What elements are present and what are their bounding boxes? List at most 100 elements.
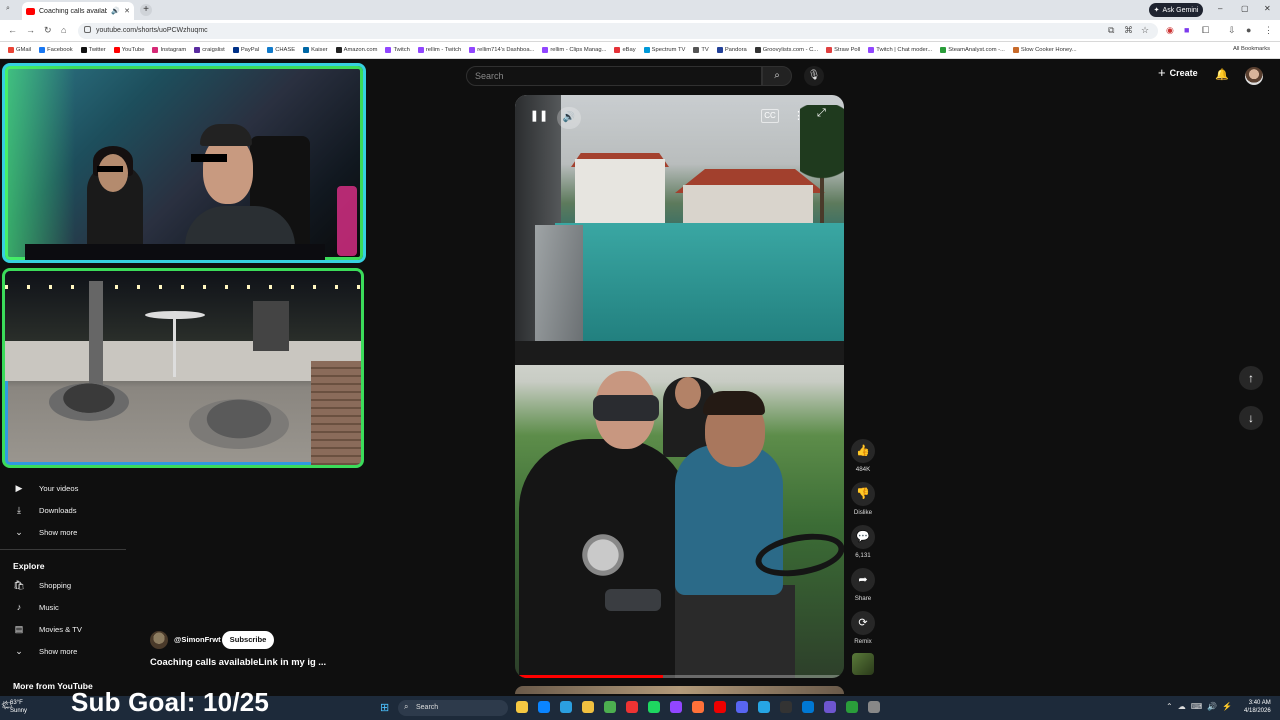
share-button[interactable]: ➦ Share <box>848 568 878 602</box>
bookmark-item[interactable]: Twitch <box>385 47 410 53</box>
bookmark-item[interactable]: craigslist <box>194 47 225 53</box>
taskbar-app-icon[interactable] <box>670 701 682 713</box>
system-tray[interactable]: ⌃☁⌨🔊⚡ <box>1166 702 1237 711</box>
all-bookmarks-button[interactable]: All Bookmarks <box>1233 46 1270 52</box>
maximize-button[interactable]: ▢ <box>1241 4 1249 13</box>
dislike-button[interactable]: 👎 Dislike <box>848 482 878 516</box>
bookmark-item[interactable]: Groovylists.com - C... <box>754 47 818 53</box>
forward-arrow-icon[interactable]: → <box>26 25 35 35</box>
notifications-bell-icon[interactable]: 🔔 <box>1215 68 1229 81</box>
bookmark-item[interactable]: Straw Poll <box>826 47 860 53</box>
short-video-player[interactable]: ❚❚ 🔊 CC ⋮ ⤢ <box>515 95 844 678</box>
previous-short-button[interactable]: ↑ <box>1239 366 1263 390</box>
channel-avatar[interactable] <box>150 631 168 649</box>
taskbar-app-icon[interactable] <box>780 701 792 713</box>
extensions-puzzle-icon[interactable]: ⧠ <box>1202 25 1209 36</box>
bookmark-item[interactable]: rellim714's Dashboa... <box>469 47 534 53</box>
taskbar-app-icon[interactable] <box>824 701 836 713</box>
video-progress-bar[interactable] <box>515 675 844 678</box>
account-avatar[interactable] <box>1245 67 1263 85</box>
taskbar-search[interactable]: Search <box>398 700 508 716</box>
bookmark-item[interactable]: GMail <box>8 47 31 53</box>
bookmark-item[interactable]: Twitch | Chat moder... <box>868 47 932 53</box>
site-info-icon[interactable] <box>84 26 91 33</box>
url-input[interactable]: youtube.com/shorts/uoPCWzhuqmc <box>78 23 1158 39</box>
bookmark-item[interactable]: Spectrum TV <box>643 47 685 53</box>
taskbar-app-icon[interactable] <box>714 701 726 713</box>
bookmark-item[interactable]: rellim - Twitch <box>417 47 461 53</box>
install-app-icon[interactable]: ⧉ <box>1108 25 1114 36</box>
next-short-button[interactable]: ↓ <box>1239 406 1263 430</box>
bookmark-item[interactable]: eBay <box>614 47 636 53</box>
taskbar-app-icon[interactable] <box>868 701 880 713</box>
bookmark-item[interactable]: TV <box>693 47 709 53</box>
minimize-button[interactable]: – <box>1218 4 1222 13</box>
bookmark-item[interactable]: Amazon.com <box>335 47 377 53</box>
taskbar-app-icon[interactable] <box>648 701 660 713</box>
pause-icon[interactable]: ❚❚ <box>529 109 549 127</box>
taskbar-app-icon[interactable] <box>692 701 704 713</box>
taskbar-app-icon[interactable] <box>582 701 594 713</box>
short-title[interactable]: Coaching calls availableLink in my ig ..… <box>150 656 326 667</box>
sidebar-item-your-videos[interactable]: ▶ Your videos <box>13 483 79 494</box>
bookmark-item[interactable]: SteamAnalyst.com -... <box>940 47 1005 53</box>
tab-audio-icon[interactable]: 🔊 <box>111 7 120 15</box>
translate-icon[interactable]: ⌘ <box>1124 25 1133 36</box>
create-button[interactable]: + Create <box>1158 66 1198 79</box>
ask-gemini-button[interactable]: ✦ Ask Gemini <box>1149 3 1203 17</box>
taskbar-clock[interactable]: 3:40 AM 4/18/2026 <box>1244 699 1271 715</box>
close-window-button[interactable]: ✕ <box>1264 4 1271 13</box>
browser-menu-icon[interactable]: ⋮ <box>1264 25 1273 36</box>
sidebar-show-more[interactable]: ⌄ Show more <box>13 646 77 657</box>
bookmark-item[interactable]: CHASE <box>267 47 295 53</box>
bookmark-item[interactable]: Facebook <box>39 47 73 53</box>
extension-b-icon[interactable]: ■ <box>1184 25 1189 35</box>
taskbar-app-icon[interactable] <box>560 701 572 713</box>
taskbar-app-icon[interactable] <box>758 701 770 713</box>
voice-search-button[interactable]: 🎙 <box>804 66 824 86</box>
bookmark-item[interactable]: Kaiser <box>303 47 328 53</box>
bookmark-item[interactable]: rellim - Clips Manag... <box>542 47 606 53</box>
taskbar-app-icon[interactable] <box>604 701 616 713</box>
captions-icon[interactable]: CC <box>761 109 779 123</box>
taskbar-app-icon[interactable] <box>538 701 550 713</box>
taskbar-app-icon[interactable] <box>626 701 638 713</box>
sidebar-item-music[interactable]: ♪ Music <box>13 602 59 612</box>
taskbar-app-icon[interactable] <box>516 701 528 713</box>
tab-search-icon[interactable]: ⌕ <box>6 5 10 13</box>
search-button[interactable]: ⌕ <box>762 66 792 86</box>
windows-start-icon[interactable]: ⊞ <box>380 701 389 714</box>
taskbar-app-icon[interactable] <box>846 701 858 713</box>
subscribe-button[interactable]: Subscribe <box>222 631 274 649</box>
bookmark-item[interactable]: YouTube <box>113 47 144 53</box>
like-button[interactable]: 👍 484K <box>848 439 878 473</box>
bookmark-item[interactable]: PayPal <box>232 47 259 53</box>
bookmark-star-icon[interactable]: ☆ <box>1141 25 1149 36</box>
browser-tab-active[interactable]: Coaching calls availableLink 🔊 ✕ <box>22 2 134 20</box>
downloads-icon[interactable]: ⇩ <box>1228 25 1236 36</box>
sidebar-item-downloads[interactable]: ⤓ Downloads <box>13 505 77 516</box>
comments-button[interactable]: 💬 6,131 <box>848 525 878 559</box>
search-input[interactable]: Search <box>466 66 762 86</box>
sidebar-item-shopping[interactable]: 🛍 Shopping <box>13 580 71 591</box>
tab-close-icon[interactable]: ✕ <box>124 7 134 15</box>
new-tab-button[interactable]: + <box>140 4 152 16</box>
bookmark-item[interactable]: Slow Cooker Honey... <box>1012 47 1077 53</box>
extension-icon[interactable]: ◉ <box>1166 25 1174 36</box>
remix-button[interactable]: ⟳ Remix <box>848 611 878 645</box>
taskbar-app-icon[interactable] <box>802 701 814 713</box>
back-arrow-icon[interactable]: ← <box>8 25 17 35</box>
volume-icon[interactable]: 🔊 <box>557 107 581 129</box>
home-icon[interactable]: ⌂ <box>61 25 66 35</box>
channel-name[interactable]: @SimonFrwt <box>174 635 221 644</box>
bookmark-item[interactable]: Twitter <box>80 47 106 53</box>
profile-icon[interactable]: ● <box>1246 25 1251 35</box>
sidebar-show-more[interactable]: ⌄ Show more <box>13 527 77 538</box>
weather-widget[interactable]: 63°F Sunny <box>10 699 27 715</box>
reload-icon[interactable]: ↻ <box>44 25 52 36</box>
more-options-icon[interactable]: ⋮ <box>793 109 804 122</box>
sidebar-item-movies-tv[interactable]: ▤ Movies & TV <box>13 624 82 635</box>
next-short-preview[interactable] <box>515 686 844 694</box>
sound-thumbnail[interactable] <box>852 653 874 675</box>
bookmark-item[interactable]: Pandora <box>716 47 747 53</box>
